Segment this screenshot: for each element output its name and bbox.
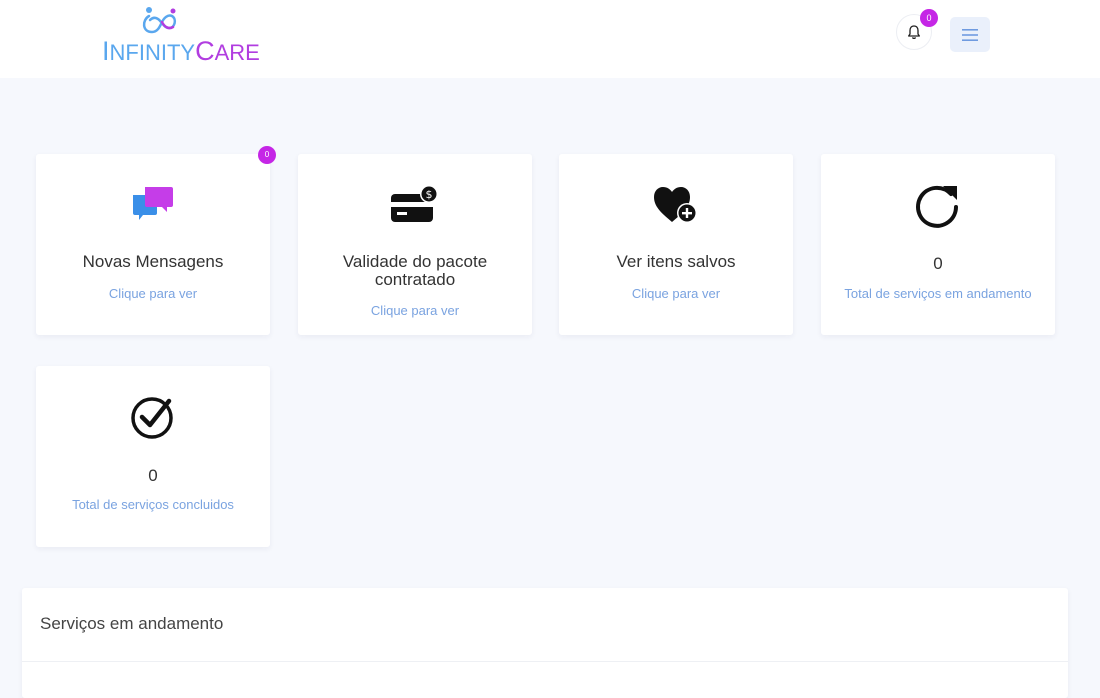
refresh-icon: [916, 185, 958, 228]
logo-letter-c: C: [195, 36, 215, 66]
card-services-completed[interactable]: 0 Total de serviços concluidos: [36, 366, 270, 547]
logo-word-care: ARE: [214, 40, 260, 65]
check-circle-icon: [131, 397, 173, 439]
notifications-count-badge: 0: [920, 9, 938, 27]
logo-letter-i: I: [102, 36, 110, 66]
services-in-progress-label[interactable]: Total de serviços em andamento: [821, 286, 1055, 301]
heart-plus-icon: [654, 187, 697, 223]
card-title: Validade do pacote contratado: [342, 252, 488, 289]
bell-icon: [908, 25, 920, 39]
chat-bubbles-icon: [133, 187, 173, 220]
menu-toggle-button[interactable]: [950, 17, 990, 52]
top-navbar: INFINITYCARE 0: [0, 0, 1100, 78]
card-title: Novas Mensagens: [82, 252, 224, 271]
card-saved-items[interactable]: Ver itens salvos Clique para ver: [559, 154, 793, 335]
services-in-progress-count: 0: [933, 254, 943, 273]
panel-divider: [22, 661, 1068, 662]
services-completed-label[interactable]: Total de serviços concluidos: [36, 497, 270, 512]
click-to-view-link[interactable]: Clique para ver: [36, 286, 270, 301]
panel-title: Serviços em andamento: [40, 614, 224, 633]
svg-text:$: $: [426, 188, 433, 201]
click-to-view-link[interactable]: Clique para ver: [298, 303, 532, 318]
logo-mark-icon: [142, 7, 177, 34]
card-package-validity[interactable]: $ Validade do pacote contratado Clique p…: [298, 154, 532, 335]
card-services-in-progress[interactable]: 0 Total de serviços em andamento: [821, 154, 1055, 335]
services-in-progress-panel: Serviços em andamento: [22, 588, 1068, 698]
services-completed-count: 0: [148, 466, 158, 485]
logo-word-infinity: NFINITY: [109, 40, 196, 65]
click-to-view-link[interactable]: Clique para ver: [559, 286, 793, 301]
messages-count-badge: 0: [258, 146, 276, 164]
card-new-messages[interactable]: Novas Mensagens Clique para ver: [36, 154, 270, 335]
credit-card-dollar-icon: $: [391, 185, 438, 222]
card-title: Ver itens salvos: [616, 252, 736, 271]
logo-text: INFINITYCARE: [102, 36, 260, 68]
infinitycare-logo[interactable]: INFINITYCARE: [100, 6, 260, 66]
hamburger-menu-icon: [962, 28, 978, 41]
